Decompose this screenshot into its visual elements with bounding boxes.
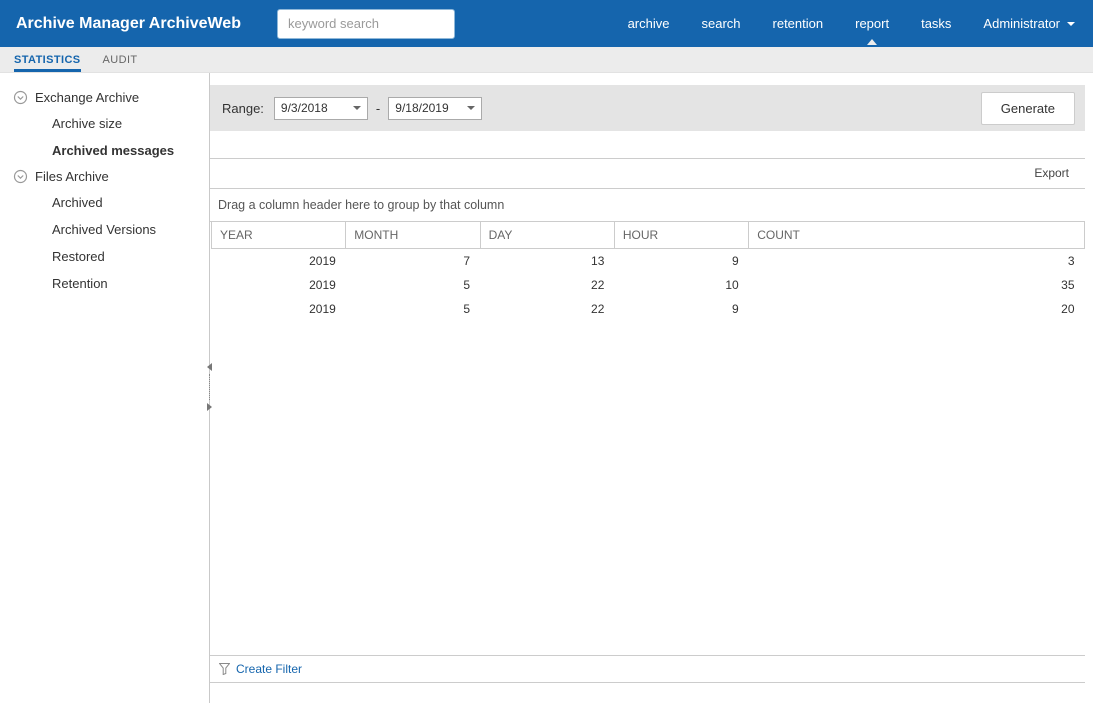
cell-day: 22 xyxy=(591,302,605,316)
filter-bar: Create Filter xyxy=(210,655,1085,683)
content-area: Exchange Archive Archive size Archived m… xyxy=(0,73,1093,703)
create-filter-link[interactable]: Create Filter xyxy=(236,662,302,676)
cell-month: 5 xyxy=(463,278,471,292)
cell-month: 5 xyxy=(463,302,471,316)
column-header-day[interactable]: DAY xyxy=(479,222,615,249)
sidebar-item-archived-versions[interactable]: Archived Versions xyxy=(0,216,209,243)
range-to-value: 9/18/2019 xyxy=(395,101,449,115)
cell-hour: 9 xyxy=(732,302,739,316)
results-table: YEAR MONTH DAY HOUR COUNT 2019 7 13 9 3 xyxy=(210,222,1085,321)
nav-archive[interactable]: archive xyxy=(628,2,670,45)
splitter-dots xyxy=(209,374,210,400)
table-row[interactable]: 2019 5 22 9 20 xyxy=(212,297,1085,321)
nav-search[interactable]: search xyxy=(701,2,740,45)
cell-day: 13 xyxy=(591,254,605,268)
tree-group-label: Exchange Archive xyxy=(35,90,140,105)
splitter-grip[interactable] xyxy=(205,363,214,411)
tab-statistics[interactable]: STATISTICS xyxy=(14,47,81,72)
app-title: Archive Manager ArchiveWeb xyxy=(16,14,241,32)
sidebar-item-archived-messages[interactable]: Archived messages xyxy=(0,137,209,164)
cell-year: 2019 xyxy=(309,278,336,292)
table-header-row: YEAR MONTH DAY HOUR COUNT xyxy=(210,222,1085,249)
top-nav: archive search retention report tasks Ad… xyxy=(628,2,1075,45)
sidebar-item-archived[interactable]: Archived xyxy=(0,189,209,216)
expand-right-icon xyxy=(207,403,212,411)
cell-count: 20 xyxy=(1061,302,1075,316)
collapse-icon xyxy=(13,90,28,105)
chevron-down-icon xyxy=(1067,21,1075,26)
top-header: Archive Manager ArchiveWeb archive searc… xyxy=(0,0,1093,47)
collapse-left-icon xyxy=(207,363,212,371)
range-toolbar: Range: 9/3/2018 - 9/18/2019 Generate xyxy=(210,85,1085,131)
column-header-count[interactable]: COUNT xyxy=(748,222,1085,249)
chevron-down-icon xyxy=(467,106,476,110)
tree-group-files-archive[interactable]: Files Archive xyxy=(0,164,209,189)
keyword-search-input[interactable] xyxy=(276,8,455,39)
tree-group-exchange-archive[interactable]: Exchange Archive xyxy=(0,85,209,110)
nav-report[interactable]: report xyxy=(855,2,889,45)
nav-tasks[interactable]: tasks xyxy=(921,2,951,45)
cell-count: 3 xyxy=(1067,254,1075,268)
generate-button[interactable]: Generate xyxy=(980,91,1075,125)
range-from-dropdown[interactable]: 9/3/2018 xyxy=(273,96,368,120)
app-root: Archive Manager ArchiveWeb archive searc… xyxy=(0,0,1093,703)
bottom-gap xyxy=(210,683,1085,703)
column-header-year[interactable]: YEAR xyxy=(210,222,346,249)
cell-month: 7 xyxy=(463,254,471,268)
range-separator: - xyxy=(375,100,381,116)
nav-administrator-label: Administrator xyxy=(983,16,1060,31)
table-row[interactable]: 2019 5 22 10 35 xyxy=(212,273,1085,297)
funnel-icon xyxy=(219,663,230,675)
range-label: Range: xyxy=(222,100,264,116)
sidebar-item-archive-size[interactable]: Archive size xyxy=(0,110,209,137)
range-to-dropdown[interactable]: 9/18/2019 xyxy=(388,96,483,120)
export-row: Export xyxy=(210,158,1085,189)
cell-hour: 10 xyxy=(725,278,739,292)
cell-count: 35 xyxy=(1061,278,1075,292)
cell-day: 22 xyxy=(591,278,605,292)
tree-group-label: Files Archive xyxy=(35,169,109,184)
sidebar-item-retention[interactable]: Retention xyxy=(0,270,209,297)
column-header-hour[interactable]: HOUR xyxy=(613,222,749,249)
cell-year: 2019 xyxy=(309,254,336,268)
active-nav-indicator xyxy=(867,39,878,45)
group-by-hint[interactable]: Drag a column header here to group by th… xyxy=(210,189,1085,222)
cell-hour: 9 xyxy=(732,254,739,268)
export-link[interactable]: Export xyxy=(1034,166,1069,180)
statistics-sidebar: Exchange Archive Archive size Archived m… xyxy=(0,73,210,703)
collapse-icon xyxy=(13,169,28,184)
chevron-down-icon xyxy=(352,106,361,110)
empty-space xyxy=(210,321,1085,655)
table-row[interactable]: 2019 7 13 9 3 xyxy=(212,249,1085,274)
nav-report-label: report xyxy=(855,16,890,31)
nav-administrator-menu[interactable]: Administrator xyxy=(983,2,1075,45)
cell-year: 2019 xyxy=(309,302,336,316)
range-from-value: 9/3/2018 xyxy=(280,101,328,115)
section-tabbar: STATISTICS AUDIT xyxy=(0,47,1093,73)
report-panel: Range: 9/3/2018 - 9/18/2019 Generate Exp… xyxy=(207,73,1085,703)
sidebar-item-restored[interactable]: Restored xyxy=(0,243,209,270)
column-header-month[interactable]: MONTH xyxy=(345,222,481,249)
tab-audit[interactable]: AUDIT xyxy=(103,47,138,72)
nav-retention[interactable]: retention xyxy=(773,2,824,45)
